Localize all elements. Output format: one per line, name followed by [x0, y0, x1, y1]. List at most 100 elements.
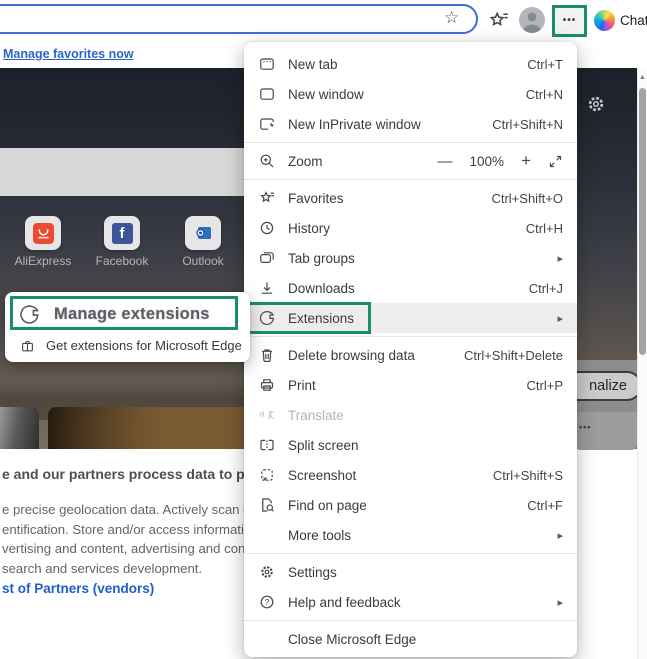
menu-item-label: New InPrivate window: [288, 116, 421, 132]
copilot-icon[interactable]: [594, 10, 615, 31]
menu-item-shortcut: Ctrl+N: [525, 86, 563, 102]
menu-item-label: Settings: [288, 564, 337, 580]
zoom-in-button[interactable]: +: [521, 151, 531, 171]
news-card[interactable]: •••: [575, 412, 637, 450]
menu-separator: [244, 179, 577, 180]
address-bar[interactable]: [0, 4, 478, 34]
profile-avatar[interactable]: [519, 7, 545, 33]
manage-favorites-link[interactable]: Manage favorites now: [3, 47, 134, 61]
consent-line: vertising and content, advertising and c…: [2, 541, 264, 556]
menu-item-label: Screenshot: [288, 467, 357, 483]
tile-label: Outlook: [182, 254, 224, 268]
menu-item-translate: a Translate: [244, 400, 577, 430]
extensions-puzzle-icon: [258, 310, 275, 327]
zoom-out-button[interactable]: —: [438, 153, 453, 170]
menu-item-favorites[interactable]: Favorites Ctrl+Shift+O: [244, 183, 577, 213]
svg-text:?: ?: [264, 597, 269, 607]
menu-item-split-screen[interactable]: Split screen: [244, 430, 577, 460]
tile-outlook[interactable]: [185, 216, 221, 250]
settings-gear-icon: [258, 564, 275, 581]
submenu-item-get-extensions[interactable]: Get extensions for Microsoft Edge: [5, 331, 250, 359]
extensions-puzzle-icon: [19, 304, 40, 325]
zoom-controls: — 100% +: [438, 151, 563, 171]
chat-button[interactable]: Chat: [620, 13, 647, 28]
menu-item-extensions[interactable]: Extensions ▸: [244, 302, 577, 334]
tile-aliexpress[interactable]: [25, 216, 61, 250]
browser-toolbar: ☆ ••• Chat: [0, 0, 647, 40]
tile-label: Facebook: [95, 254, 149, 268]
news-card-thumbnail[interactable]: [0, 407, 39, 449]
partners-vendors-link[interactable]: st of Partners (vendors): [2, 581, 154, 596]
submenu-arrow-icon: ▸: [557, 252, 563, 265]
submenu-item-manage-extensions[interactable]: Manage extensions: [5, 297, 250, 331]
edge-settings-menu: New tab Ctrl+T New window Ctrl+N New InP…: [244, 42, 577, 657]
tile-facebook[interactable]: f: [104, 216, 140, 250]
consent-line: e precise geolocation data. Actively sca…: [2, 502, 268, 517]
fullscreen-icon[interactable]: [548, 154, 563, 169]
inprivate-window-icon: [258, 116, 275, 133]
menu-item-find-on-page[interactable]: Find on page Ctrl+F: [244, 490, 577, 520]
menu-item-label: New window: [288, 86, 364, 102]
submenu-item-label: Get extensions for Microsoft Edge: [46, 337, 242, 353]
page-scrollbar[interactable]: ▲: [637, 68, 647, 659]
menu-item-label: More tools: [288, 527, 352, 543]
menu-item-new-window[interactable]: New window Ctrl+N: [244, 79, 577, 109]
help-question-icon: ?: [258, 594, 275, 611]
menu-item-settings[interactable]: Settings: [244, 557, 577, 587]
menu-item-new-tab[interactable]: New tab Ctrl+T: [244, 49, 577, 79]
menu-item-shortcut: Ctrl+Shift+Delete: [464, 347, 563, 363]
menu-item-label: Zoom: [288, 153, 323, 169]
menu-item-tab-groups[interactable]: Tab groups ▸: [244, 243, 577, 273]
menu-item-close-microsoft-edge[interactable]: Close Microsoft Edge: [244, 624, 577, 654]
menu-item-label: Translate: [288, 407, 344, 423]
zoom-icon: [258, 153, 275, 170]
find-on-page-icon: [258, 497, 275, 514]
submenu-item-label: Manage extensions: [54, 304, 210, 323]
menu-item-screenshot[interactable]: Screenshot Ctrl+Shift+S: [244, 460, 577, 490]
scrollbar-up-arrow-icon[interactable]: ▲: [638, 74, 647, 81]
menu-item-label: Delete browsing data: [288, 347, 415, 363]
aliexpress-icon: [32, 222, 54, 244]
menu-item-new-inprivate-window[interactable]: New InPrivate window Ctrl+Shift+N: [244, 109, 577, 139]
zoom-level-value: 100%: [469, 153, 505, 169]
menu-separator: [244, 553, 577, 554]
translate-icon: a: [258, 407, 275, 424]
menu-item-label: Downloads: [288, 280, 355, 296]
favorites-hub-icon[interactable]: [487, 9, 509, 31]
ellipsis-icon: •••: [562, 15, 577, 26]
consent-paragraph: e precise geolocation data. Actively sca…: [2, 500, 270, 578]
screenshot-icon: [258, 467, 275, 484]
menu-item-zoom: Zoom — 100% +: [244, 146, 577, 176]
facebook-icon: f: [111, 222, 133, 244]
menu-item-label: Split screen: [288, 437, 359, 453]
menu-item-print[interactable]: Print Ctrl+P: [244, 370, 577, 400]
new-tab-icon: [258, 56, 275, 73]
page-settings-gear-icon[interactable]: [586, 94, 606, 114]
add-favorite-star-icon[interactable]: ☆: [444, 9, 459, 26]
menu-item-delete-browsing-data[interactable]: Delete browsing data Ctrl+Shift+Delete: [244, 340, 577, 370]
menu-item-shortcut: Ctrl+P: [526, 377, 563, 393]
menu-item-label: History: [288, 220, 331, 236]
extensions-store-icon: [20, 338, 35, 353]
new-window-icon: [258, 86, 275, 103]
menu-item-shortcut: Ctrl+F: [527, 497, 563, 513]
menu-item-label: Tab groups: [288, 250, 355, 266]
menu-separator: [244, 620, 577, 621]
tab-groups-icon: [258, 250, 275, 267]
consent-heading: e and our partners process data to provi: [2, 466, 271, 482]
menu-separator: [244, 142, 577, 143]
favorites-star-icon: [258, 190, 275, 207]
menu-item-more-tools[interactable]: More tools ▸: [244, 520, 577, 550]
menu-item-label: Print: [288, 377, 316, 393]
menu-item-help-and-feedback[interactable]: ? Help and feedback ▸: [244, 587, 577, 617]
scrollbar-thumb[interactable]: [639, 88, 646, 355]
menu-item-label: Favorites: [288, 190, 344, 206]
outlook-icon: [193, 225, 213, 242]
tile-label: AliExpress: [14, 254, 72, 268]
card-more-icon[interactable]: •••: [579, 422, 591, 432]
menu-item-history[interactable]: History Ctrl+H: [244, 213, 577, 243]
menu-item-downloads[interactable]: Downloads Ctrl+J: [244, 273, 577, 303]
menu-item-label: Find on page: [288, 497, 367, 513]
settings-and-more-button[interactable]: •••: [552, 5, 587, 37]
trash-icon: [258, 347, 275, 364]
